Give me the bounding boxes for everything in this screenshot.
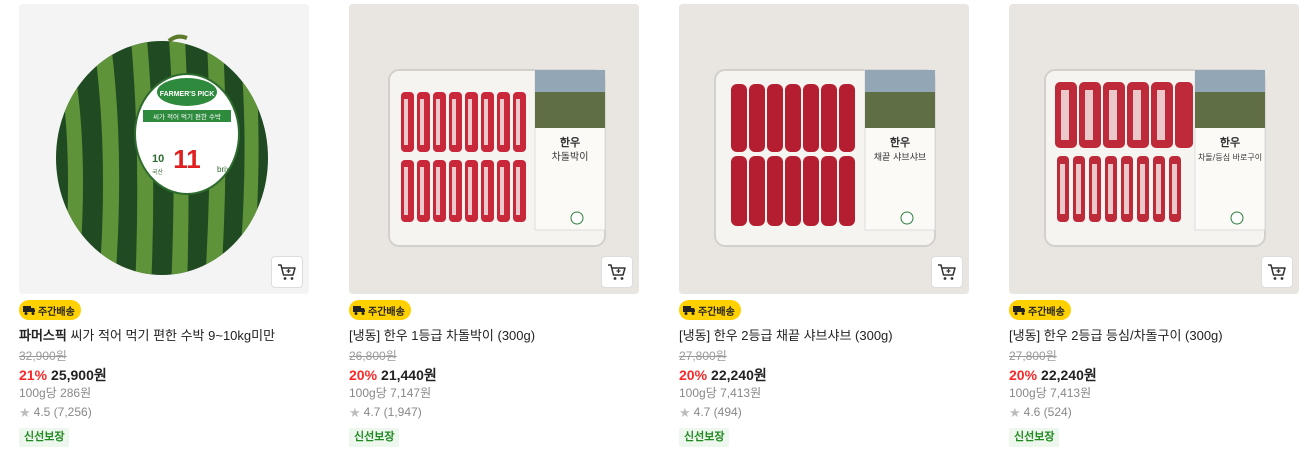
weekly-delivery-badge: 주간배송 [349,300,411,320]
weekly-delivery-badge: 주간배송 [679,300,741,320]
original-price: 32,900원 [19,349,67,363]
cart-icon [608,264,626,280]
star-icon: ★ [679,405,691,420]
sale-price: 22,240원 [1041,367,1097,383]
truck-icon [683,306,695,315]
product-image[interactable]: 한우 채끝 샤브샤브 [679,4,969,294]
star-icon: ★ [19,405,31,420]
add-to-cart-button[interactable] [931,256,963,288]
product-card[interactable]: FARMER'S PICK 씨가 적어 먹기 편한 수박 10 11 brix … [19,4,309,447]
svg-text:국산: 국산 [152,168,164,176]
badge-label: 주간배송 [38,306,75,318]
pack-title: 한우 [560,135,580,149]
svg-text:10: 10 [152,153,164,165]
weekly-delivery-badge: 주간배송 [19,300,81,320]
svg-text:차돌/등심 바로구이: 차돌/등심 바로구이 [1198,152,1262,162]
product-grid: FARMER'S PICK 씨가 적어 먹기 편한 수박 10 11 brix … [0,0,1305,461]
sale-price: 22,240원 [711,367,767,383]
original-price: 27,800원 [679,349,727,363]
fresh-guarantee-tag: 신선보장 [19,428,70,447]
fresh-guarantee-tag: 신선보장 [679,428,730,447]
unit-price: 100g당 286원 [19,386,92,400]
product-image[interactable]: 한우 차돌/등심 바로구이 [1009,4,1299,294]
product-title: 씨가 적어 먹기 편한 수박 9~10kg미만 [70,328,276,343]
fresh-guarantee-tag: 신선보장 [349,428,400,447]
unit-price: 100g당 7,413원 [1009,386,1092,400]
product-name[interactable]: 파머스픽 씨가 적어 먹기 편한 수박 9~10kg미만 [19,327,309,345]
original-price: 27,800원 [1009,349,1057,363]
weekly-delivery-badge: 주간배송 [1009,300,1071,320]
svg-text:한우: 한우 [1220,135,1240,149]
badge-label: 주간배송 [1028,306,1065,318]
rating: ★ 4.7 (1,947) [349,405,639,420]
discount-rate: 20% [679,367,708,383]
rating: ★ 4.5 (7,256) [19,405,309,420]
cart-icon [938,264,956,280]
brand-name: 파머스픽 [19,328,67,343]
product-name[interactable]: [냉동] 한우 2등급 채끝 샤브샤브 (300g) [679,327,969,345]
beef-tray-icon: 한우 차돌/등심 바로구이 [1009,4,1299,294]
watermelon-icon: FARMER'S PICK 씨가 적어 먹기 편한 수박 10 11 brix … [19,4,309,294]
beef-tray-icon: 한우 차돌박이 [349,4,639,294]
cart-icon [1268,264,1286,280]
badge-label: 주간배송 [698,306,735,318]
svg-text:차돌박이: 차돌박이 [552,151,589,163]
svg-text:11: 11 [173,144,201,174]
discount-rate: 20% [349,367,378,383]
svg-text:한우: 한우 [890,135,910,149]
sale-price: 21,440원 [381,367,437,383]
discount-rate: 21% [19,367,48,383]
fresh-guarantee-tag: 신선보장 [1009,428,1060,447]
add-to-cart-button[interactable] [601,256,633,288]
product-name[interactable]: [냉동] 한우 1등급 차돌박이 (300g) [349,327,639,345]
rating-value: 4.7 (1,947) [363,405,422,419]
rating: ★ 4.6 (524) [1009,405,1299,420]
svg-text:채끝 샤브샤브: 채끝 샤브샤브 [874,152,927,163]
beef-tray-icon: 한우 채끝 샤브샤브 [679,4,969,294]
sale-price: 25,900원 [51,367,107,383]
original-price: 26,800원 [349,349,397,363]
svg-text:FARMER'S PICK: FARMER'S PICK [160,91,215,98]
product-card[interactable]: 한우 차돌박이 주간배송 [냉동] 한우 1등급 차돌박이 (300g) 26,… [349,4,639,447]
svg-text:brix: brix [217,165,230,174]
star-icon: ★ [1009,405,1021,420]
discount-rate: 20% [1009,367,1038,383]
product-card[interactable]: 한우 채끝 샤브샤브 주간배송 [냉동] 한우 2등급 채끝 샤브샤브 (300… [679,4,969,447]
truck-icon [23,306,35,315]
product-image[interactable]: FARMER'S PICK 씨가 적어 먹기 편한 수박 10 11 brix … [19,4,309,294]
star-icon: ★ [349,405,361,420]
badge-label: 주간배송 [368,306,405,318]
product-image[interactable]: 한우 차돌박이 [349,4,639,294]
truck-icon [353,306,365,315]
rating-value: 4.7 (494) [693,405,742,419]
add-to-cart-button[interactable] [271,256,303,288]
product-card[interactable]: 한우 차돌/등심 바로구이 주간배송 [냉동] 한우 2등급 등심/차돌구이 (… [1009,4,1299,447]
svg-text:씨가 적어 먹기 편한 수박: 씨가 적어 먹기 편한 수박 [153,112,221,121]
unit-price: 100g당 7,413원 [679,386,762,400]
cart-icon [278,264,296,280]
rating: ★ 4.7 (494) [679,405,969,420]
rating-value: 4.6 (524) [1023,405,1072,419]
unit-price: 100g당 7,147원 [349,386,432,400]
add-to-cart-button[interactable] [1261,256,1293,288]
truck-icon [1013,306,1025,315]
rating-value: 4.5 (7,256) [33,405,92,419]
product-name[interactable]: [냉동] 한우 2등급 등심/차돌구이 (300g) [1009,327,1299,345]
